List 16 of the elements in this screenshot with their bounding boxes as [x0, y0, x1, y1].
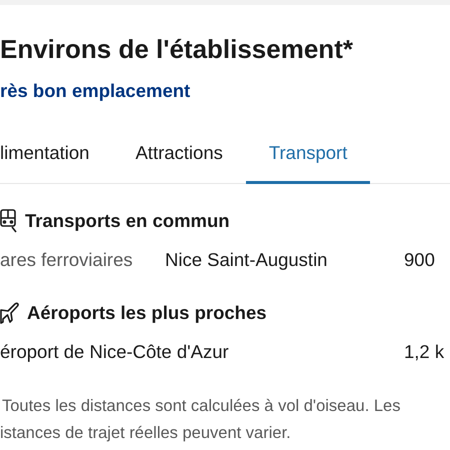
place-name: éroport de Nice-Côte d'Azur — [0, 340, 230, 362]
page-title: Environs de l'établissement* — [0, 33, 354, 65]
tab[interactable]: Attractions — [112, 122, 246, 184]
disclaimer-text: istances de trajet réelles peuvent varier. — [0, 422, 292, 444]
disclaimer-text: Toutes les distances sont calculées à vol d'oiseau. Les — [1, 396, 402, 416]
train-icon — [0, 208, 18, 232]
plane-icon — [0, 302, 20, 324]
distance: 900 — [404, 248, 436, 270]
tab[interactable]: Transport — [246, 122, 370, 184]
distance: 1,2 k — [404, 340, 446, 362]
place-category: ares ferroviaires — [0, 248, 134, 270]
section-heading: Transports en commun — [25, 210, 230, 232]
place-name: Nice Saint-Augustin — [165, 248, 328, 270]
tab[interactable]: limentation — [0, 122, 112, 184]
section-heading: Aéroports les plus proches — [27, 302, 267, 324]
location-rating: rès bon emplacement — [0, 79, 192, 103]
